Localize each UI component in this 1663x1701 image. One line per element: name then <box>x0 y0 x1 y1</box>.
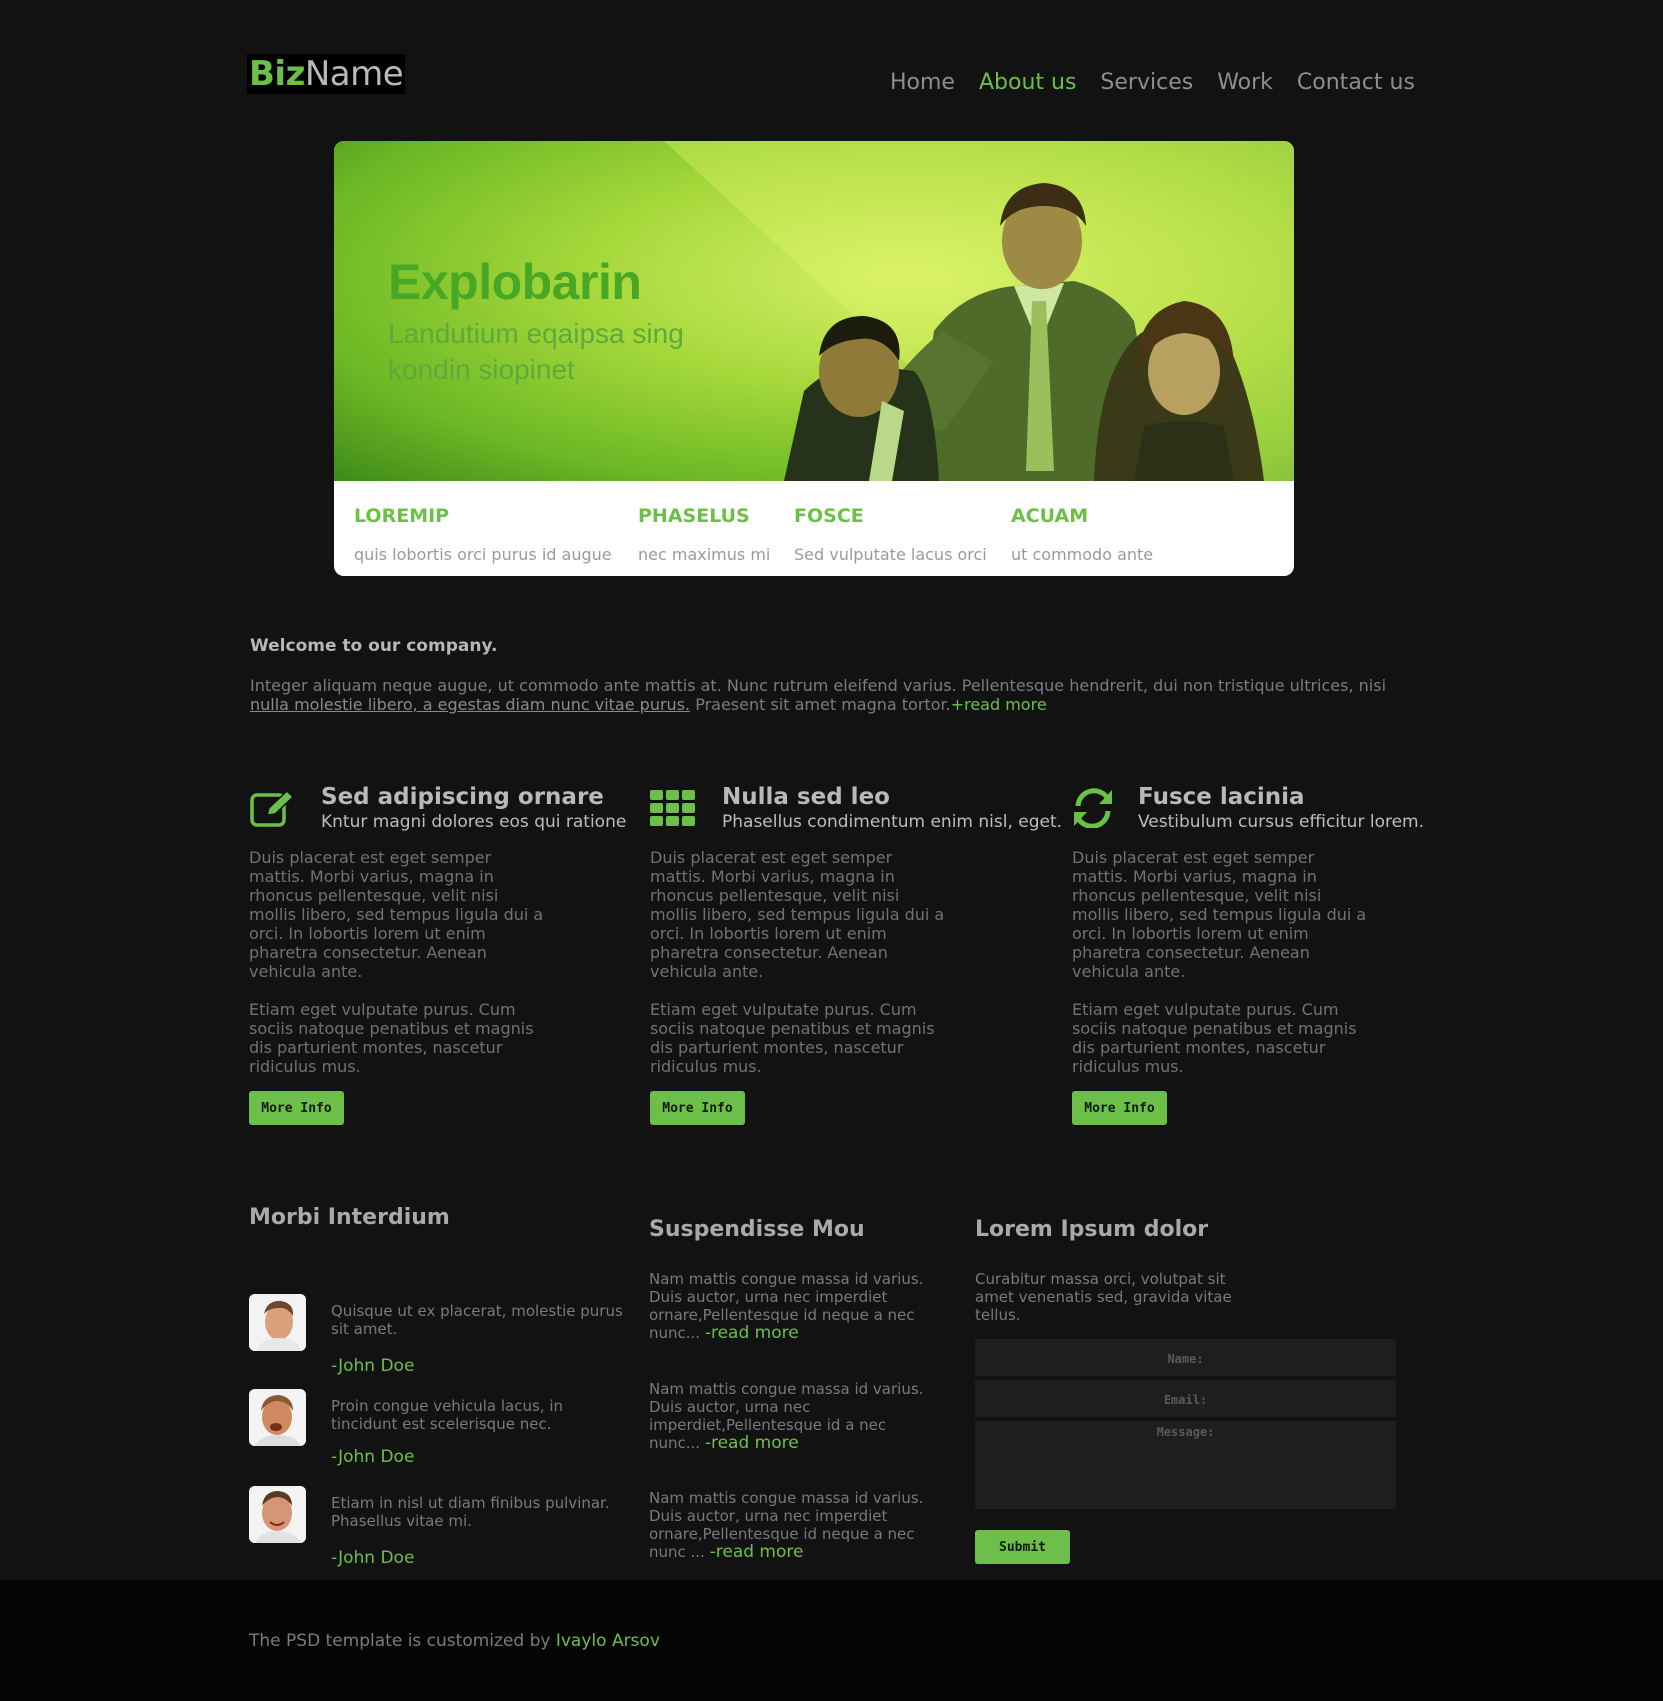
column-subtitle: Vestibulum cursus efficitur lorem. <box>1138 812 1425 832</box>
column-body: Duis placerat est eget semper mattis. Mo… <box>249 848 549 1095</box>
hero-feature-text: ut commodo ante <box>1011 545 1154 564</box>
nav-home[interactable]: Home <box>890 70 955 95</box>
submit-button[interactable]: Submit <box>975 1530 1070 1564</box>
column-paragraph: Etiam eget vulputate purus. Cum sociis n… <box>650 1000 935 1076</box>
hero-subtitle: Landutium eqaipsa sing kondin siopinet <box>388 318 684 385</box>
contact-heading: Lorem Ipsum dolor <box>975 1217 1209 1242</box>
nav-services[interactable]: Services <box>1100 70 1193 95</box>
column-paragraph: Etiam eget vulputate purus. Cum sociis n… <box>1072 1000 1357 1076</box>
footer-text: The PSD template is customized by Ivaylo… <box>249 1631 660 1651</box>
hero-feature-text: nec maximus mi <box>638 545 771 564</box>
testimonial-text: Proin congue vehicula lacus, in tincidun… <box>331 1397 563 1433</box>
welcome-heading: Welcome to our company. <box>250 636 498 656</box>
news-read-more-link[interactable]: -read more <box>705 1323 799 1343</box>
column-paragraph: Duis placerat est eget semper mattis. Mo… <box>249 848 544 981</box>
column-paragraph: Duis placerat est eget semper mattis. Mo… <box>650 848 945 981</box>
nav-contact-us[interactable]: Contact us <box>1297 70 1415 95</box>
avatar <box>249 1294 306 1351</box>
welcome-text-part: Praesent sit amet magna tortor. <box>690 695 951 714</box>
footer: The PSD template is customized by Ivaylo… <box>0 1580 1663 1701</box>
hero-title: Explobarin <box>388 254 642 310</box>
column-paragraph: Etiam eget vulputate purus. Cum sociis n… <box>249 1000 534 1076</box>
hero-feature-text: quis lobortis orci purus id augue <box>354 545 612 564</box>
logo[interactable]: BizName <box>247 54 406 94</box>
hero-feature-title: ACUAM <box>1011 505 1089 527</box>
testimonial-text: Etiam in nisl ut diam finibus pulvinar. … <box>331 1494 610 1530</box>
avatar <box>249 1486 306 1543</box>
column-paragraph: Duis placerat est eget semper mattis. Mo… <box>1072 848 1367 981</box>
hero-features: LOREMIP quis lobortis orci purus id augu… <box>334 481 1294 576</box>
hero-banner: Explobarin Landutium eqaipsa sing kondin… <box>334 141 1294 576</box>
nav-about-us[interactable]: About us <box>979 70 1076 95</box>
more-info-button[interactable]: More Info <box>1072 1091 1167 1125</box>
news-item: Nam mattis congue massa id varius. Duis … <box>649 1270 929 1342</box>
testimonial-text: Quisque ut ex placerat, molestie purus s… <box>331 1302 623 1338</box>
refresh-icon <box>1074 788 1112 828</box>
footer-credit-text: The PSD template is customized by <box>249 1631 556 1651</box>
testimonial-author: -John Doe <box>331 1356 415 1376</box>
testimonial-author: -John Doe <box>331 1548 415 1568</box>
column-subtitle: Phasellus condimentum enim nisl, eget. <box>722 812 1063 832</box>
more-info-button[interactable]: More Info <box>650 1091 745 1125</box>
testimonials-heading: Morbi Interdium <box>249 1205 450 1230</box>
message-field[interactable] <box>975 1421 1396 1509</box>
more-info-button[interactable]: More Info <box>249 1091 344 1125</box>
column-title: Fusce lacinia <box>1138 784 1305 810</box>
email-field[interactable] <box>975 1380 1396 1417</box>
hero-image: Explobarin Landutium eqaipsa sing kondin… <box>334 141 1294 481</box>
edit-icon <box>250 789 295 827</box>
avatar <box>249 1389 306 1446</box>
news-heading: Suspendisse Mou <box>649 1217 865 1242</box>
welcome-link[interactable]: nulla molestie libero, a egestas diam nu… <box>250 695 690 714</box>
hero-feature-title: PHASELUS <box>638 505 750 527</box>
contact-text: Curabitur massa orci, volutpat sit amet … <box>975 1270 1232 1324</box>
welcome-read-more-link[interactable]: +read more <box>951 695 1047 714</box>
news-read-more-link[interactable]: -read more <box>710 1542 804 1562</box>
column-title: Nulla sed leo <box>722 784 890 810</box>
news-item: Nam mattis congue massa id varius. Duis … <box>649 1380 929 1452</box>
footer-author-link[interactable]: Ivaylo Arsov <box>556 1631 660 1651</box>
column-subtitle: Kntur magni dolores eos qui ratione <box>321 812 627 832</box>
grid-icon <box>650 790 695 826</box>
logo-part-biz: Biz <box>249 54 305 94</box>
nav-work[interactable]: Work <box>1217 70 1273 95</box>
column-body: Duis placerat est eget semper mattis. Mo… <box>1072 848 1372 1095</box>
column-body: Duis placerat est eget semper mattis. Mo… <box>650 848 950 1095</box>
welcome-text-part: Integer aliquam neque augue, ut commodo … <box>250 676 1387 695</box>
main-nav: Home About us Services Work Contact us <box>890 70 1415 95</box>
logo-part-name: Name <box>304 54 404 94</box>
hero-feature-title: FOSCE <box>794 505 864 527</box>
business-people-image <box>784 183 1264 481</box>
news-item: Nam mattis congue massa id varius. Duis … <box>649 1489 929 1561</box>
testimonial-author: -John Doe <box>331 1447 415 1467</box>
news-read-more-link[interactable]: -read more <box>705 1433 799 1453</box>
hero-feature-text: Sed vulputate lacus orci <box>794 545 987 564</box>
hero-feature-title: LOREMIP <box>354 505 450 527</box>
column-title: Sed adipiscing ornare <box>321 784 604 810</box>
welcome-text: Integer aliquam neque augue, ut commodo … <box>250 676 1410 714</box>
name-field[interactable] <box>975 1339 1396 1376</box>
